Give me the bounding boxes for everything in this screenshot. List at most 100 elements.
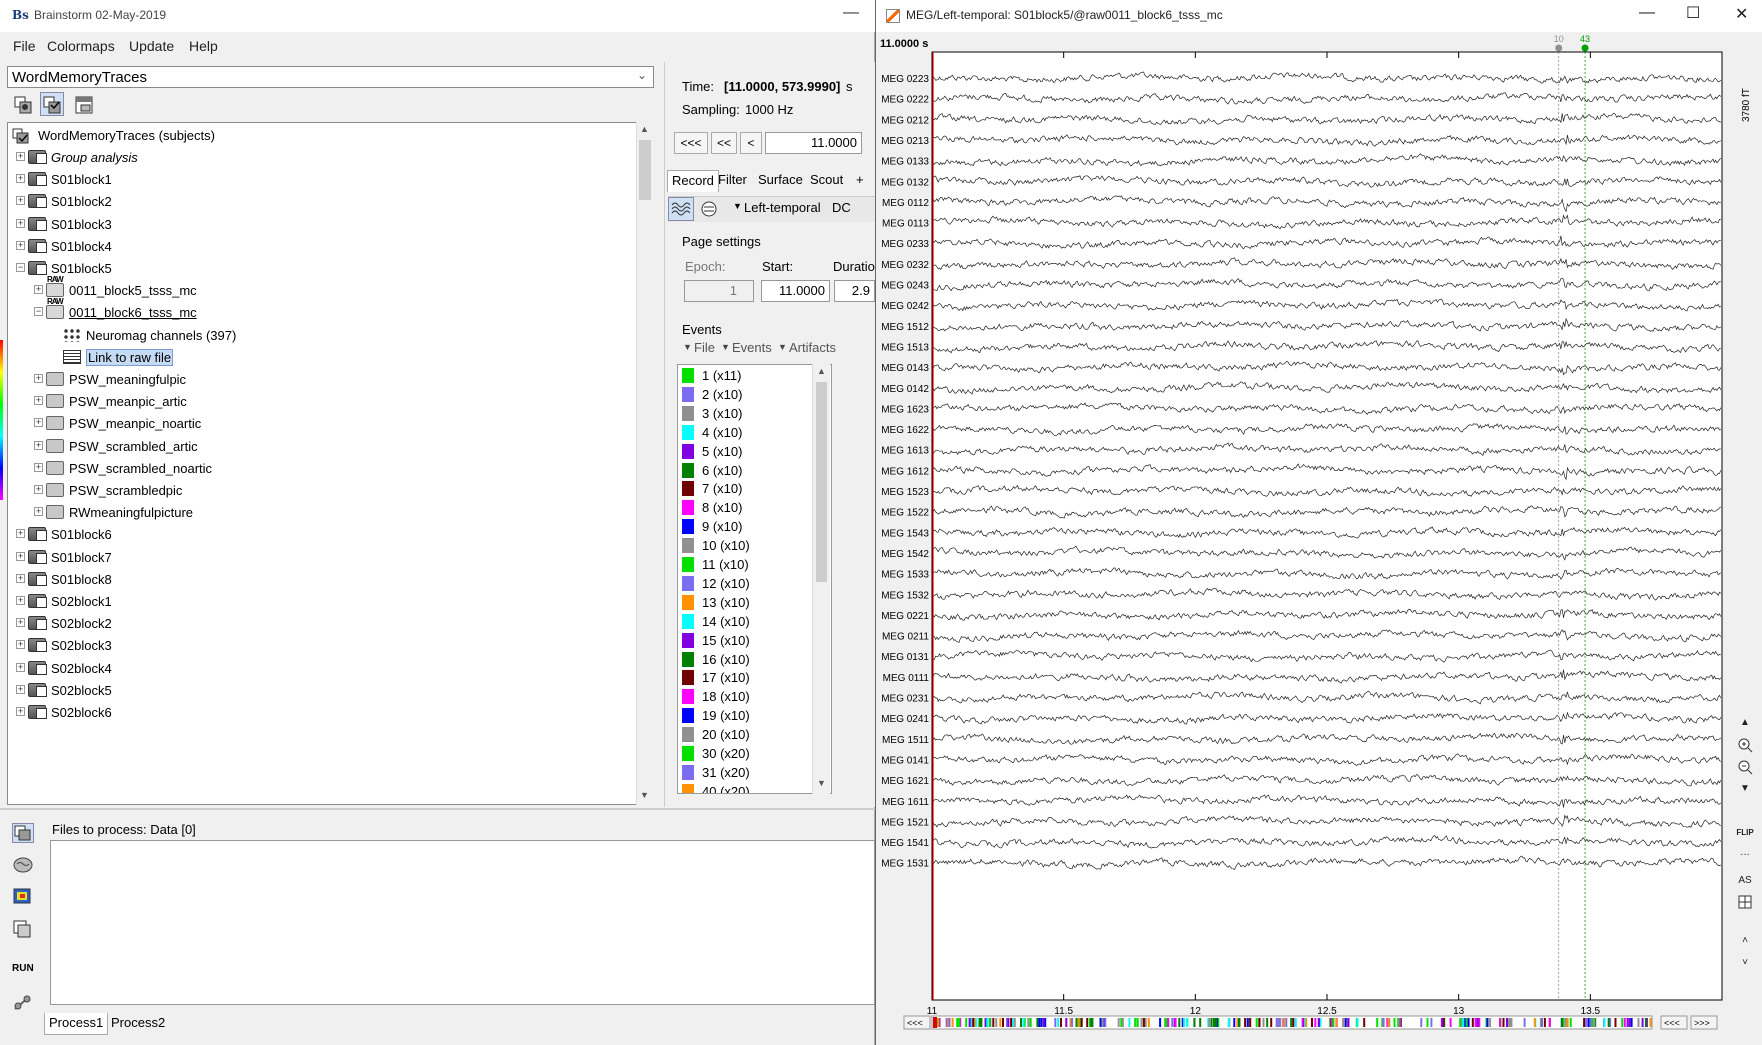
matrix-icon[interactable] <box>12 919 34 939</box>
timeline-event-mark <box>1040 1018 1043 1027</box>
menu-update[interactable]: Update <box>129 38 174 54</box>
channel-label: MEG 0242 <box>881 301 929 312</box>
jump-back-far-button[interactable]: <<< <box>674 132 708 154</box>
files-to-process-list[interactable] <box>50 840 875 1005</box>
tree-scrollbar[interactable]: ▲ ▼ <box>636 122 653 805</box>
events-scrollbar[interactable]: ▲ ▼ <box>812 364 830 794</box>
expand-icon[interactable]: + <box>34 285 43 295</box>
brain-icon[interactable] <box>12 855 34 875</box>
events-file-menu[interactable]: File <box>694 340 715 355</box>
meg-minimize-button[interactable]: — <box>1639 4 1655 22</box>
expand-icon[interactable]: + <box>16 573 25 583</box>
jump-back-button[interactable]: << <box>711 132 737 154</box>
subject-icon <box>28 527 47 542</box>
events-scroll-down-icon[interactable]: ▼ <box>817 778 826 788</box>
menu-help[interactable]: Help <box>189 38 218 54</box>
tree-scroll-thumb[interactable] <box>639 140 651 200</box>
more-options-icon[interactable]: … <box>1735 844 1755 862</box>
butterfly-icon[interactable] <box>698 198 720 220</box>
expand-icon[interactable]: + <box>16 684 25 694</box>
expand-icon[interactable]: + <box>16 596 25 605</box>
expand-icon[interactable]: + <box>16 218 25 228</box>
display-mode-icon[interactable] <box>668 197 694 221</box>
expand-icon[interactable]: + <box>34 462 43 472</box>
menu-bar: File Colormaps Update Help <box>0 32 875 60</box>
expand-icon[interactable]: + <box>34 374 43 383</box>
auto-scale-button[interactable]: AS <box>1735 872 1755 890</box>
events-scroll-thumb[interactable] <box>816 382 827 582</box>
timeline-event-mark <box>956 1018 959 1027</box>
scroll-down-icon[interactable]: ▼ <box>640 790 649 800</box>
events-events-menu[interactable]: Events <box>732 340 772 355</box>
montage-select[interactable]: Left-temporal <box>744 200 821 215</box>
expand-icon[interactable]: + <box>16 640 25 650</box>
meg-maximize-button[interactable]: ☐ <box>1686 3 1700 23</box>
tab-filter[interactable]: Filter <box>714 170 751 192</box>
subject-icon <box>28 682 47 697</box>
duration-field[interactable]: 2.9 <box>834 280 875 302</box>
timeline-event-mark <box>1587 1018 1590 1027</box>
expand-icon[interactable]: + <box>16 551 25 561</box>
timeline-event-mark <box>1266 1018 1269 1027</box>
subjects-view-icon[interactable] <box>40 92 64 116</box>
meg-time-series-plot[interactable]: MEG 0223 MEG 0222 MEG 0212 MEG 0213 MEG 0133… <box>876 32 1729 1045</box>
collapse-icon[interactable]: − <box>16 263 25 272</box>
zoom-in-icon[interactable] <box>1735 736 1755 754</box>
expand-icon[interactable]: + <box>34 418 43 428</box>
page-down-icon[interactable]: ˅ <box>1735 954 1755 972</box>
expand-icon[interactable]: + <box>16 707 25 716</box>
events-artifacts-menu[interactable]: Artifacts <box>789 340 836 355</box>
montage-chevron-icon[interactable]: ▼ <box>733 201 742 211</box>
process-files-icon[interactable] <box>12 823 34 843</box>
scroll-up-icon[interactable]: ▲ <box>640 124 649 134</box>
minimize-button[interactable]: — <box>843 4 859 22</box>
expand-icon[interactable]: + <box>16 618 25 628</box>
tab-process1[interactable]: Process1 <box>44 1013 109 1035</box>
timeline-event-mark <box>1121 1018 1124 1027</box>
timeline-event-mark <box>975 1018 978 1027</box>
tab-scout[interactable]: Scout <box>806 170 847 192</box>
channel-label: MEG 0222 <box>881 95 929 106</box>
expand-icon[interactable]: + <box>34 507 43 517</box>
current-time-field[interactable]: 11.0000 <box>765 132 862 154</box>
run-button[interactable]: RUN <box>12 963 34 974</box>
functional-view-icon[interactable] <box>11 92 35 116</box>
tab-process2[interactable]: Process2 <box>107 1013 169 1035</box>
menu-colormaps[interactable]: Colormaps <box>47 38 115 54</box>
grid-icon[interactable] <box>1735 894 1755 912</box>
expand-icon[interactable]: + <box>16 529 25 539</box>
channel-label: MEG 1622 <box>881 425 929 436</box>
expand-icon[interactable]: + <box>34 440 43 450</box>
protocol-select[interactable]: WordMemoryTraces ⌄ <box>7 66 654 88</box>
sources-icon[interactable] <box>12 887 34 907</box>
expand-icon[interactable]: + <box>34 485 43 494</box>
tab-add[interactable]: + <box>852 170 868 192</box>
expand-icon[interactable]: + <box>16 240 25 250</box>
collapse-icon[interactable]: − <box>34 307 43 317</box>
tab-record[interactable]: Record <box>667 170 719 192</box>
conditions-view-icon[interactable] <box>72 92 96 116</box>
event-color-swatch <box>682 386 694 402</box>
menu-file[interactable]: File <box>13 38 36 54</box>
start-field[interactable]: 11.0000 <box>761 280 830 302</box>
pipeline-icon[interactable] <box>12 993 34 1013</box>
meg-close-button[interactable]: ✕ <box>1735 4 1748 24</box>
expand-icon[interactable]: + <box>16 662 25 672</box>
meg-window-title: MEG/Left-temporal: S01block5/@raw0011_bl… <box>906 8 1223 22</box>
epoch-field[interactable]: 1 <box>684 280 754 302</box>
timeline-event-mark <box>1589 1018 1592 1027</box>
timeline-event-mark <box>1071 1018 1074 1027</box>
zoom-out-icon[interactable] <box>1735 758 1755 776</box>
page-up-icon[interactable]: ˄ <box>1735 932 1755 950</box>
flip-button[interactable]: FLIP <box>1735 824 1755 842</box>
step-back-button[interactable]: < <box>740 132 762 154</box>
events-scroll-up-icon[interactable]: ▲ <box>817 366 826 376</box>
scale-down-icon[interactable]: ▼ <box>1735 780 1755 798</box>
scale-up-icon[interactable]: ▲ <box>1735 714 1755 732</box>
dc-offset-toggle[interactable]: DC <box>832 200 851 215</box>
expand-icon[interactable]: + <box>34 396 43 406</box>
expand-icon[interactable]: + <box>16 152 25 161</box>
expand-icon[interactable]: + <box>16 174 25 184</box>
expand-icon[interactable]: + <box>16 196 25 206</box>
tab-surface[interactable]: Surface <box>754 170 807 192</box>
